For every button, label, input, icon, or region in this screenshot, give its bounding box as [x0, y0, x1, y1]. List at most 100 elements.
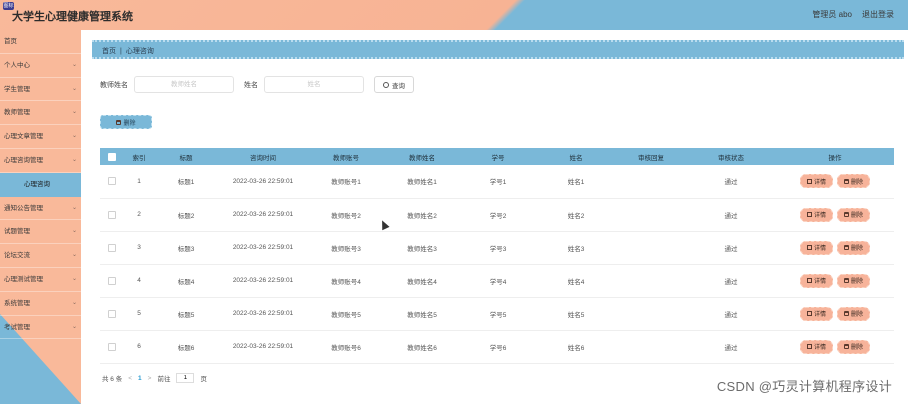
sidebar-item-1[interactable]: 个人中心 ⌄ — [0, 54, 81, 78]
query-button-label: 查询 — [392, 82, 405, 90]
logout-link[interactable]: 退出登录 — [862, 9, 894, 20]
detail-button[interactable]: 详情 — [799, 207, 833, 222]
sidebar-item-after-0[interactable]: 通知公告管理 ⌄ — [0, 197, 81, 221]
detail-icon — [806, 212, 812, 217]
trash-icon — [116, 119, 122, 125]
detail-label: 详情 — [813, 179, 826, 186]
delete-button[interactable]: 删除 — [837, 306, 871, 321]
sidebar-item-3[interactable]: 教师管理 ⌄ — [0, 101, 81, 126]
cell-sid: 学号5 — [489, 311, 507, 319]
sidebar-item-2[interactable]: 学生管理 ⌄ — [0, 78, 81, 102]
cell-teacher: 教师姓名2 — [407, 212, 437, 220]
sidebar-item-after-3[interactable]: 心理测试管理 ⌄ — [0, 268, 81, 292]
table-row: 2 标题2 2022-03-26 22:59:01 教师账号2 教师姓名2 学号2 姓名2 通… — [100, 198, 894, 231]
cell-sid: 学号4 — [489, 278, 507, 286]
cell-account: 教师账号5 — [331, 311, 361, 319]
sidebar-item-4[interactable]: 心理文章管理 ⌄ — [0, 125, 81, 149]
table-row: 3 标题3 2022-03-26 22:59:01 教师账号3 教师姓名3 学号3 姓名3 通… — [100, 231, 894, 264]
chevron-down-icon: ⌄ — [71, 61, 77, 68]
cell-time: 2022-03-26 22:59:01 — [232, 177, 294, 185]
trash-icon — [844, 311, 849, 316]
detail-icon — [806, 311, 812, 316]
breadcrumb-home[interactable]: 首页 — [102, 48, 116, 55]
detail-button[interactable]: 详情 — [799, 174, 833, 189]
sidebar-menu: 首页个人中心 ⌄ 学生管理 ⌄ 教师管理 ⌄ 心理文章管理 ⌄ 心理咨询管理 ⌄ 心理咨询 通知公… — [0, 30, 81, 404]
delete-button[interactable]: 删除 — [837, 207, 871, 222]
sidebar-item-label: 首页 — [4, 38, 17, 45]
cell-name: 姓名4 — [567, 278, 585, 286]
detail-icon — [806, 344, 812, 349]
current-user[interactable]: 管理员 abo — [812, 9, 852, 20]
sidebar-item-label: 试题管理 — [4, 228, 30, 236]
table-header-row: 索引 标题 咨询时间 教师账号 教师姓名 学号 姓名 审核回复 审核状态 操作 — [100, 148, 894, 165]
pagination: 共 6 条 < 1 > 前往 页 — [102, 373, 207, 383]
cell-title: 标题5 — [177, 311, 195, 319]
name-input[interactable] — [264, 76, 364, 93]
row-checkbox[interactable] — [100, 231, 124, 264]
cell-account: 教师账号4 — [331, 278, 361, 286]
sidebar-item-after-5[interactable]: 考试管理 ⌄ — [0, 316, 81, 340]
detail-label: 详情 — [813, 246, 826, 252]
delete-button[interactable]: 删除 — [837, 174, 871, 189]
query-button[interactable]: 查询 — [374, 76, 414, 93]
name-label: 姓名 — [244, 81, 258, 89]
cell-time: 2022-03-26 22:59:01 — [232, 343, 294, 350]
detail-button[interactable]: 详情 — [799, 240, 833, 255]
batch-delete-button[interactable]: 删除 — [100, 115, 152, 129]
row-checkbox[interactable] — [100, 330, 124, 363]
cell-status: 通过 — [724, 344, 738, 352]
table-row: 1 标题1 2022-03-26 22:59:01 教师账号1 教师姓名1 学号1 姓名1 通… — [100, 165, 894, 198]
header-user-area: 管理员 abo 退出登录 — [812, 9, 894, 20]
cell-account: 教师账号6 — [331, 344, 361, 352]
delete-button[interactable]: 删除 — [837, 339, 871, 354]
chevron-down-icon: ⌄ — [71, 204, 77, 211]
sidebar-item-after-1[interactable]: 试题管理 ⌄ — [0, 220, 81, 245]
row-checkbox[interactable] — [100, 198, 124, 231]
delete-button[interactable]: 删除 — [837, 273, 871, 288]
sidebar-item-label: 个人中心 — [4, 61, 30, 69]
table-row: 5 标题5 2022-03-26 22:59:01 教师账号5 教师姓名5 学号5 姓名5 通… — [100, 297, 894, 330]
sidebar-item-after-2[interactable]: 论坛交流 ⌄ — [0, 244, 81, 268]
cell-reply — [616, 330, 686, 363]
trash-icon — [844, 245, 849, 250]
chevron-down-icon: ⌄ — [71, 252, 77, 259]
row-checkbox[interactable] — [100, 264, 124, 297]
chevron-down-icon: ⌄ — [71, 156, 77, 163]
cell-actions: 详情 删除 — [776, 264, 894, 297]
row-checkbox[interactable] — [100, 297, 124, 330]
delete-button[interactable]: 删除 — [837, 240, 871, 255]
pager-prev[interactable]: < — [128, 375, 132, 382]
pager-goto-input[interactable] — [176, 373, 195, 383]
table-row: 6 标题6 2022-03-26 22:59:01 教师账号6 教师姓名6 学号6 姓名6 通… — [100, 330, 894, 363]
batch-delete-label: 删除 — [123, 120, 136, 127]
cell-name: 姓名2 — [567, 212, 585, 220]
delete-label: 删除 — [851, 246, 864, 252]
row-checkbox[interactable] — [100, 165, 124, 198]
pager-current-page[interactable]: 1 — [138, 375, 142, 382]
pager-next[interactable]: > — [148, 375, 152, 382]
select-all-checkbox[interactable] — [100, 148, 124, 165]
sidebar-subitem-consult[interactable]: 心理咨询 — [0, 172, 81, 197]
cell-index: 6 — [137, 343, 141, 350]
sidebar-item-after-4[interactable]: 系统管理 ⌄ — [0, 292, 81, 316]
cell-teacher: 教师姓名4 — [407, 278, 437, 286]
sidebar-item-0[interactable]: 首页 — [0, 30, 81, 54]
pager-page-suffix: 页 — [200, 376, 207, 383]
teacher-name-label: 教师姓名 — [100, 81, 128, 89]
cell-index: 4 — [137, 277, 141, 284]
sidebar-item-5[interactable]: 心理咨询管理 ⌄ — [0, 149, 81, 173]
cell-account: 教师账号3 — [331, 245, 361, 253]
cell-status: 通过 — [724, 311, 738, 319]
sidebar-item-label: 心理咨询管理 — [4, 156, 43, 164]
breadcrumb-current: 心理咨询 — [125, 48, 154, 55]
detail-button[interactable]: 详情 — [799, 339, 833, 354]
detail-icon — [806, 278, 812, 283]
cell-name: 姓名1 — [567, 179, 585, 187]
detail-label: 详情 — [813, 312, 826, 318]
teacher-name-input[interactable] — [134, 76, 234, 93]
cell-title: 标题4 — [177, 278, 195, 286]
detail-button[interactable]: 详情 — [799, 306, 833, 321]
delete-label: 删除 — [851, 279, 864, 285]
detail-button[interactable]: 详情 — [799, 273, 833, 288]
col-actions: 操作 — [828, 154, 842, 162]
